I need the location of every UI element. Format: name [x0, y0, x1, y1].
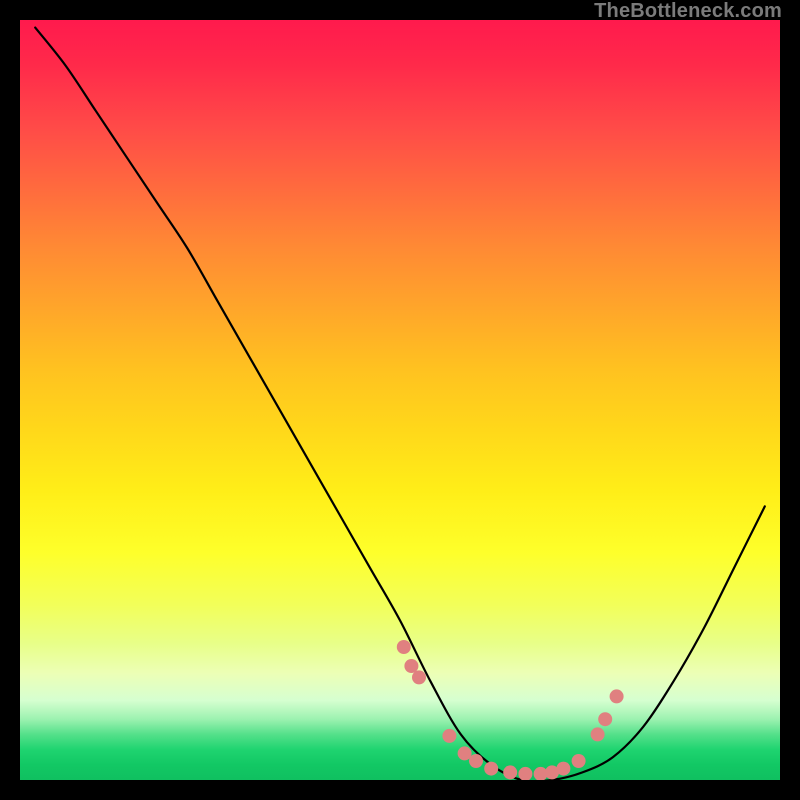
highlight-dot: [458, 746, 472, 760]
highlight-dot: [598, 712, 612, 726]
highlight-dot: [412, 670, 426, 684]
highlight-dot: [442, 729, 456, 743]
bottleneck-curve: [35, 28, 765, 780]
highlight-dot: [397, 640, 411, 654]
highlight-dot: [404, 659, 418, 673]
chart-stage: TheBottleneck.com: [0, 0, 800, 800]
highlight-dot: [572, 754, 586, 768]
highlight-dot: [503, 765, 517, 779]
highlight-dot: [556, 762, 570, 776]
plot-area: [20, 20, 780, 780]
highlight-dot: [484, 762, 498, 776]
curve-svg: [20, 20, 780, 780]
highlight-dot: [610, 689, 624, 703]
highlight-dot: [469, 754, 483, 768]
dots-group: [397, 640, 624, 780]
highlight-dot: [591, 727, 605, 741]
highlight-dot: [518, 767, 532, 780]
